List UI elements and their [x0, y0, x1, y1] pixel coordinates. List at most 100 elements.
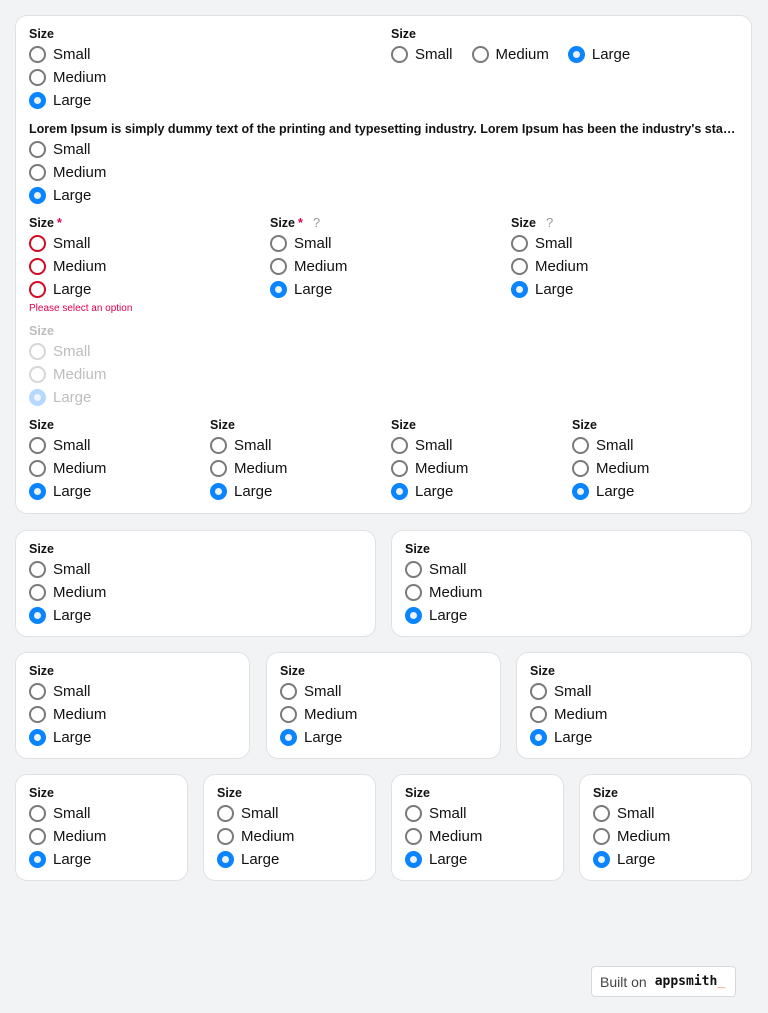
- radio-button[interactable]: [405, 851, 422, 868]
- radio-option-small[interactable]: Small: [593, 802, 740, 825]
- radio-option-small[interactable]: Small: [391, 434, 561, 457]
- radio-button[interactable]: [405, 805, 422, 822]
- radio-button[interactable]: [29, 258, 46, 275]
- radio-option-large[interactable]: Large: [29, 726, 238, 749]
- radio-option-small[interactable]: Small: [29, 558, 364, 581]
- radio-button[interactable]: [29, 164, 46, 181]
- radio-button[interactable]: [29, 46, 46, 63]
- radio-option-large[interactable]: Large: [391, 480, 561, 503]
- radio-option-small[interactable]: Small: [270, 232, 500, 255]
- radio-option-medium[interactable]: Medium: [29, 161, 741, 184]
- radio-option-small[interactable]: Small: [29, 802, 176, 825]
- built-on-appsmith-badge[interactable]: Built on appsmith _: [591, 966, 736, 997]
- radio-button[interactable]: [572, 437, 589, 454]
- radio-option-large[interactable]: Large: [29, 278, 259, 301]
- radio-option-medium[interactable]: Medium: [217, 825, 364, 848]
- radio-option-medium[interactable]: Medium: [405, 581, 740, 604]
- radio-option-medium[interactable]: Medium: [572, 457, 742, 480]
- radio-button[interactable]: [29, 187, 46, 204]
- radio-option-small[interactable]: Small: [29, 434, 199, 457]
- radio-option-large[interactable]: Large: [567, 43, 630, 66]
- radio-option-medium[interactable]: Medium: [405, 825, 552, 848]
- radio-option-small[interactable]: Small: [405, 558, 740, 581]
- radio-button[interactable]: [405, 828, 422, 845]
- radio-button[interactable]: [29, 851, 46, 868]
- radio-button[interactable]: [511, 258, 528, 275]
- radio-button[interactable]: [29, 805, 46, 822]
- radio-button[interactable]: [29, 729, 46, 746]
- radio-option-large[interactable]: Large: [511, 278, 741, 301]
- radio-button[interactable]: [217, 805, 234, 822]
- radio-button[interactable]: [405, 561, 422, 578]
- radio-option-large[interactable]: Large: [405, 604, 740, 627]
- radio-option-large[interactable]: Large: [270, 278, 500, 301]
- radio-option-medium[interactable]: Medium: [391, 457, 561, 480]
- radio-option-large[interactable]: Large: [29, 480, 199, 503]
- radio-button[interactable]: [511, 235, 528, 252]
- help-icon[interactable]: ?: [313, 215, 320, 230]
- radio-button[interactable]: [280, 683, 297, 700]
- radio-option-medium[interactable]: Medium: [29, 255, 259, 278]
- radio-button[interactable]: [405, 607, 422, 624]
- radio-button[interactable]: [270, 258, 287, 275]
- radio-option-medium[interactable]: Medium: [29, 581, 364, 604]
- radio-button[interactable]: [29, 281, 46, 298]
- radio-button[interactable]: [280, 706, 297, 723]
- radio-option-small[interactable]: Small: [29, 232, 259, 255]
- radio-option-medium[interactable]: Medium: [29, 66, 359, 89]
- radio-button[interactable]: [29, 437, 46, 454]
- radio-option-large[interactable]: Large: [593, 848, 740, 871]
- radio-option-large[interactable]: Large: [29, 184, 741, 207]
- radio-button[interactable]: [29, 683, 46, 700]
- radio-option-large[interactable]: Large: [29, 604, 364, 627]
- radio-option-small[interactable]: Small: [29, 680, 238, 703]
- radio-option-large[interactable]: Large: [280, 726, 489, 749]
- radio-option-large[interactable]: Large: [29, 89, 359, 112]
- radio-button[interactable]: [391, 460, 408, 477]
- radio-button[interactable]: [270, 281, 287, 298]
- radio-button[interactable]: [217, 828, 234, 845]
- radio-button[interactable]: [530, 729, 547, 746]
- radio-button[interactable]: [391, 437, 408, 454]
- radio-option-medium[interactable]: Medium: [593, 825, 740, 848]
- radio-button[interactable]: [210, 437, 227, 454]
- radio-button[interactable]: [530, 706, 547, 723]
- radio-button[interactable]: [29, 584, 46, 601]
- radio-option-small[interactable]: Small: [29, 138, 741, 161]
- radio-option-medium[interactable]: Medium: [210, 457, 380, 480]
- radio-button[interactable]: [270, 235, 287, 252]
- radio-button[interactable]: [29, 607, 46, 624]
- radio-button[interactable]: [572, 460, 589, 477]
- radio-button[interactable]: [29, 460, 46, 477]
- radio-option-medium[interactable]: Medium: [29, 457, 199, 480]
- radio-option-large[interactable]: Large: [217, 848, 364, 871]
- radio-button[interactable]: [29, 235, 46, 252]
- radio-option-small[interactable]: Small: [210, 434, 380, 457]
- radio-button[interactable]: [29, 706, 46, 723]
- radio-button[interactable]: [29, 92, 46, 109]
- radio-option-medium[interactable]: Medium: [270, 255, 500, 278]
- radio-option-small[interactable]: Small: [280, 680, 489, 703]
- radio-option-medium[interactable]: Medium: [280, 703, 489, 726]
- radio-button[interactable]: [29, 483, 46, 500]
- radio-option-large[interactable]: Large: [29, 848, 176, 871]
- radio-option-large[interactable]: Large: [530, 726, 740, 749]
- help-icon[interactable]: ?: [546, 215, 553, 230]
- radio-button[interactable]: [572, 483, 589, 500]
- radio-button[interactable]: [593, 805, 610, 822]
- radio-button[interactable]: [217, 851, 234, 868]
- radio-button[interactable]: [530, 683, 547, 700]
- radio-option-small[interactable]: Small: [217, 802, 364, 825]
- radio-option-small[interactable]: Small: [530, 680, 740, 703]
- radio-option-medium[interactable]: Medium: [29, 703, 238, 726]
- radio-button[interactable]: [280, 729, 297, 746]
- radio-option-medium[interactable]: Medium: [530, 703, 740, 726]
- radio-option-large[interactable]: Large: [572, 480, 742, 503]
- radio-option-small[interactable]: Small: [29, 43, 359, 66]
- radio-button[interactable]: [567, 46, 585, 63]
- radio-option-small[interactable]: Small: [391, 43, 453, 66]
- radio-button[interactable]: [210, 483, 227, 500]
- radio-button[interactable]: [29, 828, 46, 845]
- radio-button[interactable]: [391, 46, 408, 63]
- radio-option-small[interactable]: Small: [511, 232, 741, 255]
